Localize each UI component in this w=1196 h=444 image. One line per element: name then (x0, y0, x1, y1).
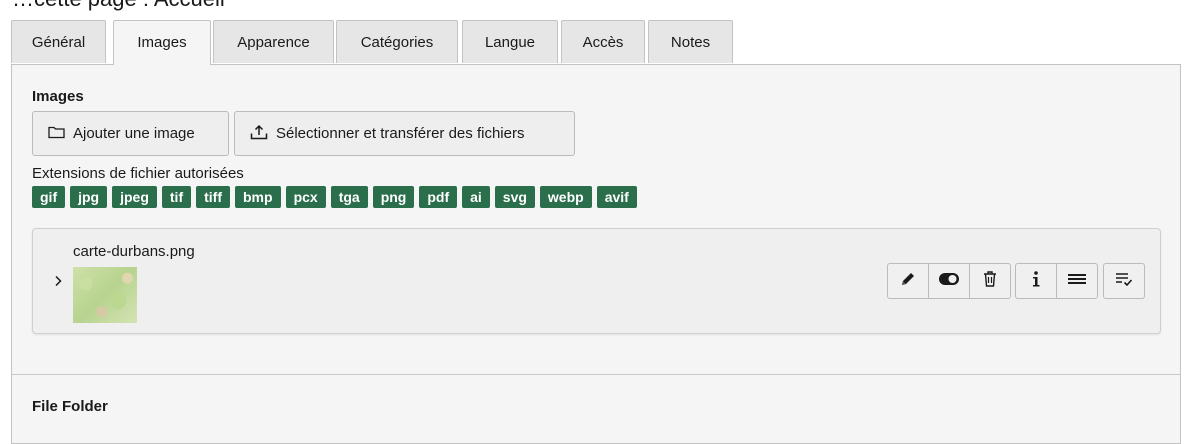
extension-badge: bmp (235, 186, 281, 208)
info-icon (1031, 270, 1041, 293)
extension-badge: png (372, 186, 415, 208)
toggle-icon (938, 272, 960, 291)
tab-images[interactable]: Images (113, 20, 211, 65)
trash-icon (982, 270, 998, 293)
tab-langue[interactable]: Langue (462, 20, 558, 63)
file-folder-section-title: File Folder (32, 398, 108, 415)
pencil-icon (899, 270, 917, 293)
page-title: …cette page : Accueil (12, 0, 225, 12)
add-image-label: Ajouter une image (73, 125, 195, 142)
menu-icon (1067, 272, 1087, 291)
extension-badge: avif (596, 186, 637, 208)
tab-notes[interactable]: Notes (648, 20, 733, 63)
image-thumbnail[interactable] (73, 267, 137, 323)
chevron-right-icon[interactable] (53, 274, 63, 293)
select-button[interactable] (1104, 264, 1144, 298)
tab-panel: Images Ajouter une image Sélectionner et… (11, 64, 1181, 444)
upload-files-button[interactable]: Sélectionner et transférer des fichiers (234, 111, 575, 156)
extension-badge-list: gif jpg jpeg tif tiff bmp pcx tga png pdf ai svg web… (32, 186, 637, 208)
delete-button[interactable] (970, 264, 1010, 298)
extension-badge: pdf (419, 186, 458, 208)
extension-badge: tga (330, 186, 368, 208)
extension-badge: tif (161, 186, 192, 208)
extension-badge: ai (462, 186, 490, 208)
extension-badge: webp (539, 186, 592, 208)
tab-categories[interactable]: Catégories (336, 20, 458, 63)
section-divider (12, 374, 1180, 375)
upload-files-label: Sélectionner et transférer des fichiers (276, 125, 525, 142)
folder-icon (48, 125, 65, 143)
extension-badge: gif (32, 186, 66, 208)
file-select-group (1103, 263, 1145, 299)
tab-apparence[interactable]: Apparence (213, 20, 334, 63)
file-name: carte-durbans.png (73, 243, 195, 260)
extension-badge: jpg (70, 186, 108, 208)
upload-icon (250, 124, 268, 144)
info-button[interactable] (1016, 264, 1057, 298)
more-options-button[interactable] (1057, 264, 1097, 298)
tab-general[interactable]: Général (11, 20, 106, 63)
add-image-button[interactable]: Ajouter une image (32, 111, 229, 156)
extension-badge: svg (494, 186, 535, 208)
allowed-extensions-label: Extensions de fichier autorisées (32, 165, 244, 182)
extension-badge: jpeg (112, 186, 157, 208)
extension-badge: tiff (196, 186, 230, 208)
edit-button[interactable] (888, 264, 929, 298)
file-reference-card: carte-durbans.png (32, 228, 1161, 334)
images-section-title: Images (32, 88, 84, 105)
toggle-visibility-button[interactable] (929, 264, 970, 298)
list-check-icon (1115, 272, 1133, 291)
file-info-group (1015, 263, 1098, 299)
tab-acces[interactable]: Accès (561, 20, 645, 63)
file-actions-group (887, 263, 1011, 299)
extension-badge: pcx (285, 186, 326, 208)
